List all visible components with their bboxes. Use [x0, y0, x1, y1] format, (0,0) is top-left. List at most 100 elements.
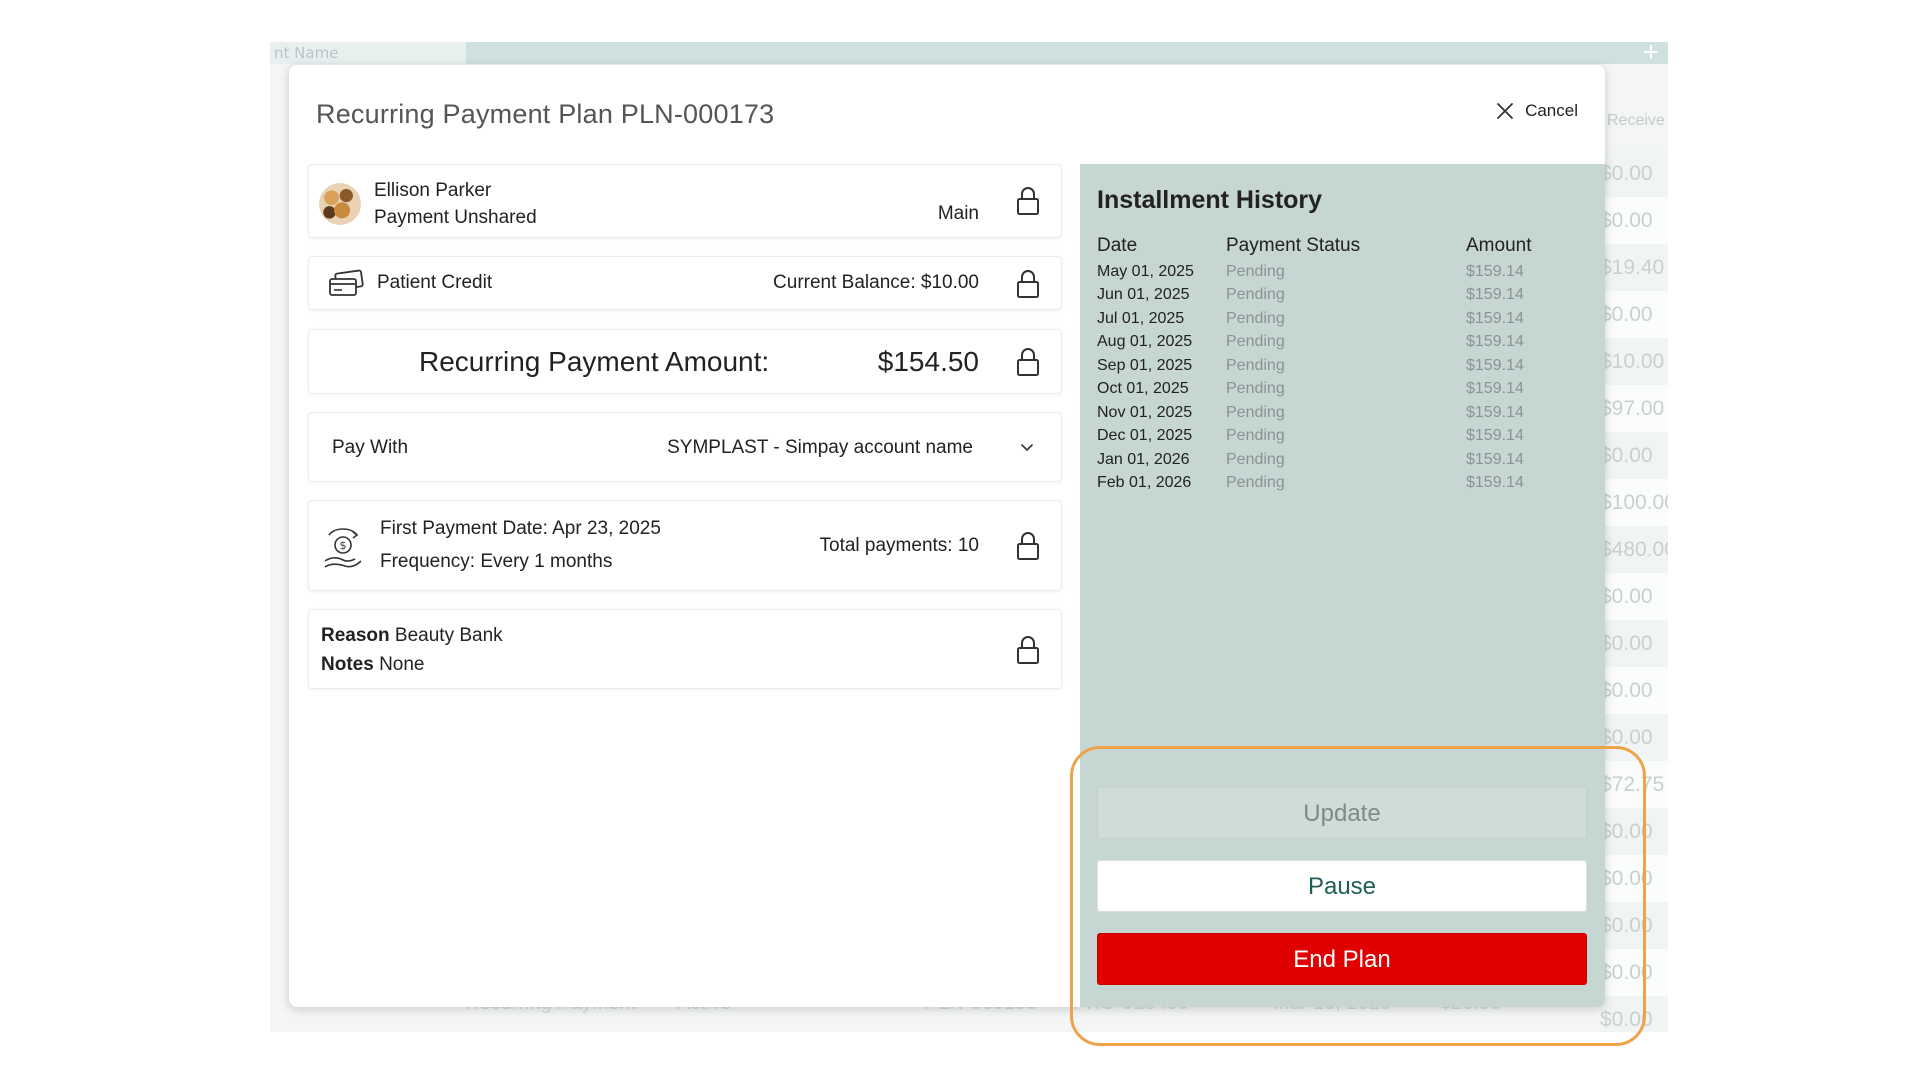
- first-payment-date: First Payment Date: Apr 23, 2025: [380, 518, 661, 539]
- reason-value: Beauty Bank: [394, 625, 503, 646]
- installment-status: Pending: [1226, 262, 1285, 280]
- background-amount-cell: $19.40: [1600, 244, 1668, 291]
- background-search-input[interactable]: nt Name: [270, 42, 466, 64]
- installment-date: Oct 01, 2025: [1097, 380, 1189, 398]
- installment-amount: $159.14: [1466, 380, 1524, 398]
- background-amount-cell: $0.00: [1600, 150, 1668, 197]
- table-row: Aug 01, 2025 Pending $159.14: [1097, 331, 1531, 355]
- dialog-title: Recurring Payment Plan PLN-000173: [316, 99, 775, 129]
- installment-amount: $159.14: [1466, 450, 1524, 468]
- installment-date: Jun 01, 2025: [1097, 286, 1190, 304]
- recurring-amount-value: $154.50: [877, 346, 979, 377]
- background-amount-cell: $10.00: [1600, 338, 1668, 385]
- reason-key: Reason: [321, 625, 390, 646]
- current-balance: Current Balance: $10.00: [773, 272, 979, 293]
- installment-amount: $159.14: [1466, 474, 1524, 492]
- lock-icon: [1017, 187, 1039, 215]
- background-amount-cell: $0.00: [1600, 949, 1668, 996]
- cancel-label: Cancel: [1525, 101, 1578, 120]
- patient-card: Ellison Parker Payment Unshared Main: [308, 164, 1062, 238]
- end-plan-button[interactable]: End Plan: [1097, 933, 1587, 985]
- installment-status: Pending: [1226, 356, 1285, 374]
- background-amount-cell: $480.00: [1600, 526, 1668, 573]
- update-button[interactable]: Update: [1097, 787, 1587, 839]
- installment-date: Nov 01, 2025: [1097, 403, 1193, 421]
- recurring-payment-plan-dialog: Recurring Payment Plan PLN-000173 Cancel…: [289, 65, 1605, 1007]
- column-header-amount: Amount: [1466, 235, 1532, 256]
- table-row: May 01, 2025 Pending $159.14: [1097, 260, 1531, 284]
- background-amount-cell: $0.00: [1600, 432, 1668, 479]
- lock-icon: [1017, 348, 1039, 376]
- background-column-header-received: Receive: [1607, 112, 1665, 129]
- chevron-down-icon[interactable]: [1019, 439, 1035, 455]
- table-row: Jan 01, 2026 Pending $159.14: [1097, 448, 1531, 472]
- installment-date: Sep 01, 2025: [1097, 356, 1193, 374]
- installment-status: Pending: [1226, 474, 1285, 492]
- patient-credit-card: Patient Credit Current Balance: $10.00: [308, 256, 1062, 310]
- installment-date: Jan 01, 2026: [1097, 450, 1190, 468]
- background-amount-cell: $72.75: [1600, 761, 1668, 808]
- background-add-icon[interactable]: +: [1642, 42, 1660, 64]
- installment-status: Pending: [1226, 286, 1285, 304]
- installment-status: Pending: [1226, 427, 1285, 445]
- recurring-money-icon: $: [324, 528, 362, 568]
- background-amount-cell: $0.00: [1600, 714, 1668, 761]
- reason-line: Reason Beauty Bank: [321, 625, 503, 647]
- patient-credit-label: Patient Credit: [377, 272, 493, 293]
- table-row: Dec 01, 2025 Pending $159.14: [1097, 425, 1531, 449]
- installment-status: Pending: [1226, 403, 1285, 421]
- svg-text:$: $: [340, 539, 347, 552]
- installment-history-table: Date Payment Status Amount May 01, 2025 P…: [1097, 234, 1531, 495]
- background-amount-column: $0.00 $0.00 $19.40 $0.00 $10.00 $97.00 $…: [1600, 150, 1668, 1032]
- reason-notes-card: Reason Beauty Bank Notes None: [308, 609, 1062, 689]
- background-amount-cell: $0.00: [1600, 620, 1668, 667]
- installment-amount: $159.14: [1466, 262, 1524, 280]
- cancel-button[interactable]: Cancel: [1495, 101, 1578, 121]
- notes-key: Notes: [321, 654, 374, 675]
- table-row: Nov 01, 2025 Pending $159.14: [1097, 401, 1531, 425]
- column-header-date: Date: [1097, 235, 1138, 256]
- installment-date: Dec 01, 2025: [1097, 427, 1193, 445]
- background-amount-cell: $0.00: [1600, 197, 1668, 244]
- installment-amount: $159.14: [1466, 356, 1524, 374]
- background-header: [270, 42, 1668, 64]
- installment-amount: $159.14: [1466, 427, 1524, 445]
- background-amount-cell: $0.00: [1600, 667, 1668, 714]
- lock-icon: [1017, 270, 1039, 298]
- lock-icon: [1017, 532, 1039, 560]
- background-amount-cell: $0.00: [1600, 855, 1668, 902]
- installment-date: May 01, 2025: [1097, 262, 1194, 280]
- notes-line: Notes None: [321, 654, 425, 676]
- installment-amount: $159.14: [1466, 286, 1524, 304]
- close-icon: [1497, 103, 1513, 119]
- patient-location: Main: [937, 203, 979, 224]
- installment-date: Feb 01, 2026: [1097, 474, 1192, 492]
- background-amount-cell: $0.00: [1600, 291, 1668, 338]
- installment-amount: $159.14: [1466, 333, 1524, 351]
- installment-status: Pending: [1226, 333, 1285, 351]
- background-amount-cell: $100.00: [1600, 479, 1668, 526]
- table-row: Jun 01, 2025 Pending $159.14: [1097, 284, 1531, 308]
- background-amount-cell: $0.00: [1600, 902, 1668, 949]
- background-amount-cell: $0.00: [1600, 573, 1668, 620]
- installment-status: Pending: [1226, 450, 1285, 468]
- installment-history-title: Installment History: [1097, 186, 1323, 214]
- installment-date: Aug 01, 2025: [1097, 333, 1193, 351]
- notes-value: None: [379, 654, 425, 675]
- pay-with-selected-value: SYMPLAST - Simpay account name: [667, 437, 973, 458]
- lock-icon: [1017, 636, 1039, 664]
- recurring-amount-card: Recurring Payment Amount: $154.50: [308, 329, 1062, 394]
- patient-name: Ellison Parker: [374, 180, 492, 201]
- recurring-amount-label: Recurring Payment Amount:: [419, 346, 770, 377]
- installment-date: Jul 01, 2025: [1097, 309, 1185, 327]
- table-row: Oct 01, 2025 Pending $159.14: [1097, 378, 1531, 402]
- table-header-row: Date Payment Status Amount: [1097, 234, 1531, 260]
- installment-amount: $159.14: [1466, 403, 1524, 421]
- pay-with-dropdown[interactable]: Pay With SYMPLAST - Simpay account name: [308, 412, 1062, 482]
- column-header-payment-status: Payment Status: [1226, 235, 1361, 256]
- installment-status: Pending: [1226, 380, 1285, 398]
- table-row: Jul 01, 2025 Pending $159.14: [1097, 307, 1531, 331]
- pause-button[interactable]: Pause: [1097, 860, 1587, 912]
- background-amount-cell: $97.00: [1600, 385, 1668, 432]
- table-row: Feb 01, 2026 Pending $159.14: [1097, 472, 1531, 496]
